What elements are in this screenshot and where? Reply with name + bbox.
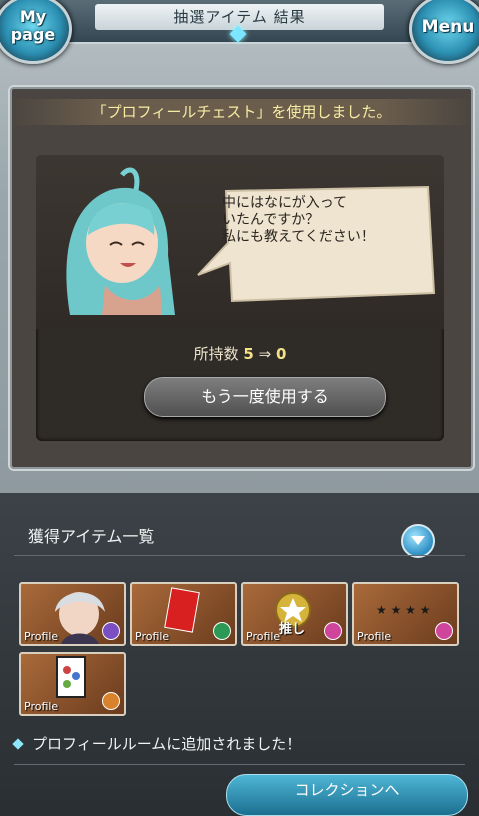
result-panel: 「プロフィールチェスト」を使用しました。 中にはなにが入って いたんですか？ 私… bbox=[8, 85, 475, 471]
speech-line-2: いたんですか？ bbox=[222, 212, 320, 228]
item-card[interactable]: Profile bbox=[19, 652, 126, 716]
diamond-icon bbox=[12, 738, 24, 750]
header-bar: 抽選アイテム 結果 bbox=[0, 0, 479, 44]
speech-line-3: 私にも教えてください！ bbox=[222, 229, 375, 245]
category-badge-icon bbox=[435, 622, 453, 640]
collection-button[interactable]: コレクションへ bbox=[226, 774, 468, 816]
result-inner-box: 中にはなにが入って いたんですか？ 私にも教えてください！ 所持数 5 ⇒ 0 … bbox=[36, 155, 444, 441]
speech-line-1: 中にはなにが入って bbox=[222, 195, 348, 211]
svg-text:★ ★ ★ ★: ★ ★ ★ ★ bbox=[376, 603, 430, 617]
item-label: Profile bbox=[357, 630, 392, 643]
notice-text: プロフィールルームに追加されました！ bbox=[32, 735, 302, 753]
owned-count: 所持数 5 ⇒ 0 bbox=[36, 343, 444, 364]
character-portrait-icon bbox=[66, 167, 175, 315]
item-label: Profile bbox=[246, 630, 281, 643]
owned-count-arrow: ⇒ bbox=[258, 345, 272, 363]
owned-count-after: 0 bbox=[275, 345, 287, 363]
menu-label: Menu bbox=[421, 17, 475, 37]
my-page-label-line1: My bbox=[19, 7, 47, 26]
category-badge-icon bbox=[213, 622, 231, 640]
category-badge-icon bbox=[324, 622, 342, 640]
divider bbox=[14, 555, 465, 556]
use-again-button[interactable]: もう一度使用する bbox=[144, 377, 386, 417]
item-card[interactable]: ★ ★ ★ ★ Profile bbox=[352, 582, 459, 646]
item-label: Profile bbox=[135, 630, 170, 643]
oshi-text: 推し bbox=[279, 622, 306, 637]
item-label: Profile bbox=[24, 630, 59, 643]
owned-count-before: 5 bbox=[243, 345, 254, 363]
divider bbox=[14, 764, 465, 765]
collapse-toggle-icon[interactable] bbox=[401, 524, 435, 558]
category-badge-icon bbox=[102, 692, 120, 710]
owned-count-label: 所持数 bbox=[193, 345, 239, 363]
result-message: 「プロフィールチェスト」を使用しました。 bbox=[10, 99, 473, 125]
speech-text: 中にはなにが入って いたんですか？ 私にも教えてください！ bbox=[222, 195, 422, 246]
speech-scene: 中にはなにが入って いたんですか？ 私にも教えてください！ bbox=[36, 155, 444, 329]
notice-message: プロフィールルームに追加されました！ bbox=[12, 733, 302, 754]
my-page-label-line2: page bbox=[10, 25, 56, 44]
item-card[interactable]: Profile bbox=[19, 582, 126, 646]
category-badge-icon bbox=[102, 622, 120, 640]
obtained-items-title: 獲得アイテム一覧 bbox=[28, 527, 155, 546]
item-card[interactable]: Profile bbox=[130, 582, 237, 646]
item-label: Profile bbox=[24, 700, 59, 713]
item-card[interactable]: Profile 推し bbox=[241, 582, 348, 646]
